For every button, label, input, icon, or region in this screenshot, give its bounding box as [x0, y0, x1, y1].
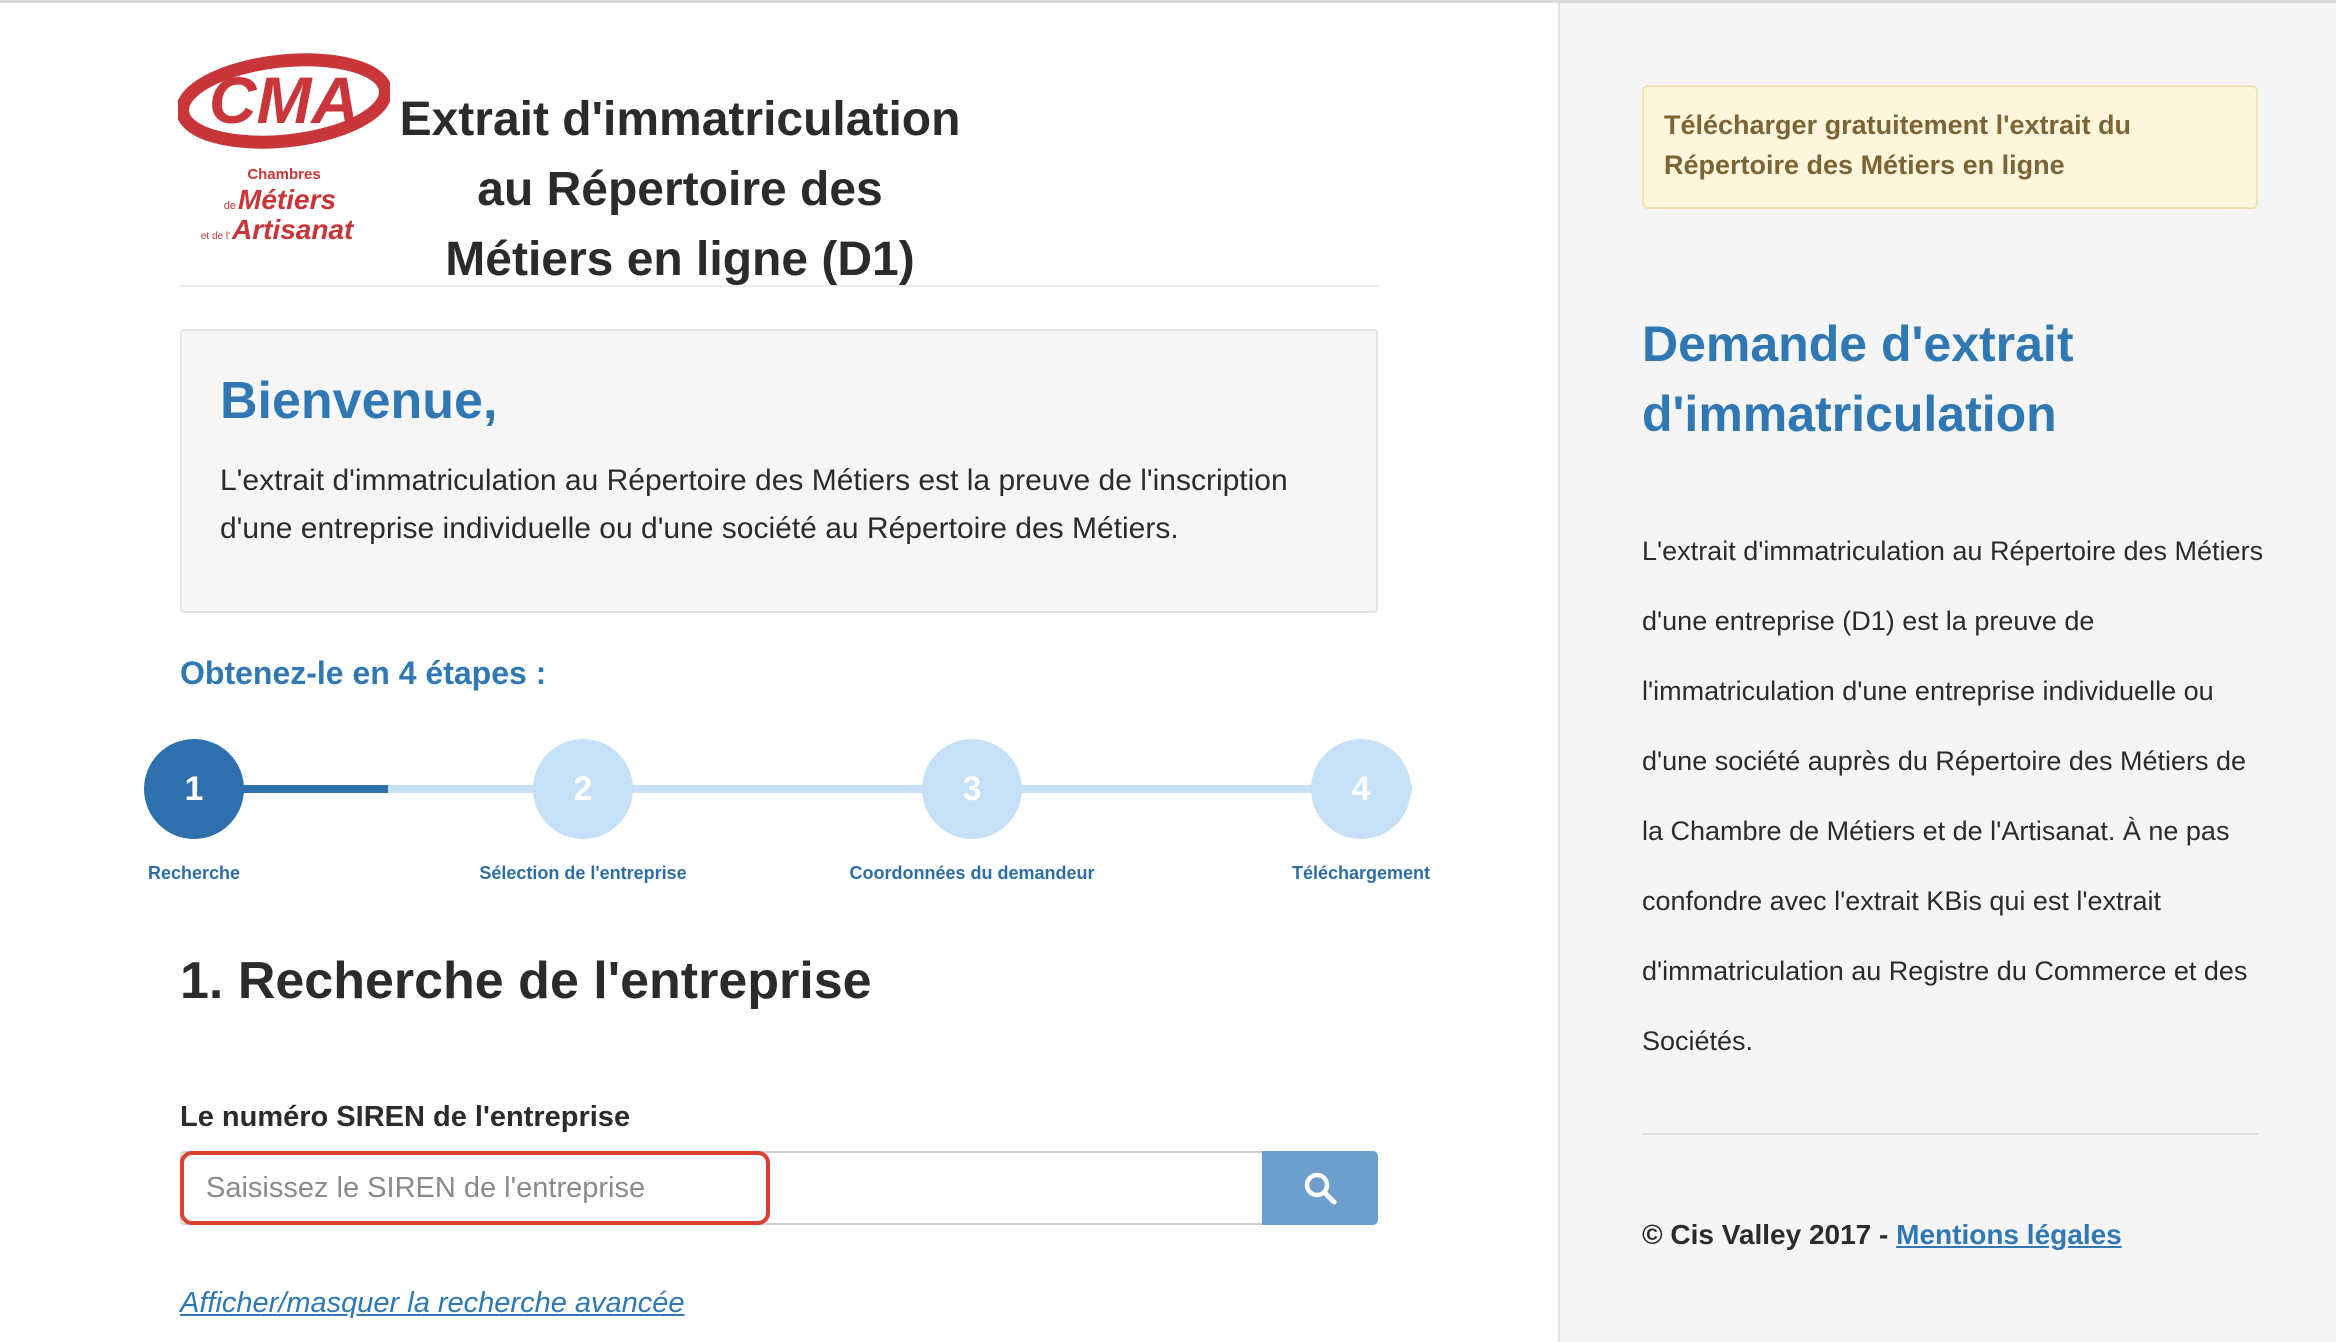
cma-logo: CMA Chambres de Métiers et de l' Artisan… [178, 53, 390, 245]
search-icon [1304, 1172, 1337, 1205]
sidebar-description: L'extrait d'immatriculation au Répertoir… [1642, 536, 2264, 1056]
legal-notice-link[interactable]: Mentions légales [1896, 1219, 2122, 1250]
siren-input[interactable] [180, 1151, 1262, 1225]
welcome-panel: Bienvenue, L'extrait d'immatriculation a… [180, 329, 1378, 613]
welcome-heading: Bienvenue, [220, 372, 498, 430]
step-1-label: Recherche [147, 863, 241, 883]
sidebar-divider [1642, 1133, 2258, 1135]
logo-line1: Chambres [247, 166, 320, 183]
step-3-circle: 3 [922, 739, 1022, 839]
search-button[interactable] [1262, 1151, 1378, 1225]
step-2-label: Sélection de l'entreprise [479, 863, 687, 883]
welcome-text: L'extrait d'immatriculation au Répertoir… [220, 464, 1288, 545]
siren-search-group [180, 1151, 1378, 1225]
logo-letters: CMA [209, 63, 359, 137]
logo-line2-small: de [224, 200, 236, 212]
logo-line2: Métiers [238, 184, 336, 215]
step-3-label: Coordonnées du demandeur [849, 863, 1095, 883]
footer: © Cis Valley 2017 - Mentions légales [1642, 1219, 2122, 1251]
logo-line3: Artisanat [231, 214, 355, 245]
promo-notice: Télécharger gratuitement l'extrait du Ré… [1642, 85, 2258, 209]
sidebar: Télécharger gratuitement l'extrait du Ré… [1558, 3, 2336, 1342]
stepper-progress [240, 785, 388, 793]
siren-field-label: Le numéro SIREN de l'entreprise [180, 1101, 631, 1133]
sidebar-title: Demande d'extrait d'immatriculation [1642, 316, 2074, 442]
logo-line3-small: et de l' [201, 231, 230, 242]
page-title: Extrait d'immatriculation au Répertoire … [399, 93, 961, 286]
step-4-circle: 4 [1311, 739, 1411, 839]
advanced-search-toggle-link[interactable]: Afficher/masquer la recherche avancée [180, 1287, 685, 1320]
step-2-circle: 2 [533, 739, 633, 839]
main-content: CMA Chambres de Métiers et de l' Artisan… [0, 3, 1558, 1342]
copyright-text: © Cis Valley 2017 - [1642, 1219, 1897, 1250]
steps-heading: Obtenez-le en 4 étapes : [180, 655, 547, 691]
step-1-circle: 1 [144, 739, 244, 839]
step-4-label: Téléchargement [1291, 863, 1431, 883]
header-divider [180, 285, 1378, 287]
section-title: 1. Recherche de l'entreprise [180, 952, 872, 1010]
